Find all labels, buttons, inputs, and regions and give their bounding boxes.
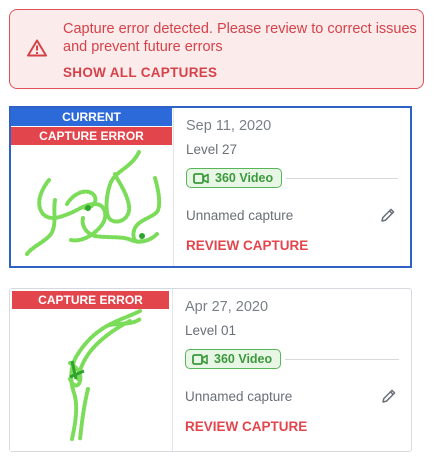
- capture-date: Sep 11, 2020: [186, 118, 272, 134]
- capture-path-map: [68, 309, 142, 441]
- pencil-icon[interactable]: [380, 207, 396, 223]
- capture-name: Unnamed capture: [185, 389, 293, 404]
- video-camera-icon: [193, 172, 209, 184]
- show-all-captures-link[interactable]: SHOW ALL CAPTURES: [63, 65, 217, 80]
- capture-type-label: 360 Video: [214, 351, 273, 366]
- capture-date: Apr 27, 2020: [185, 299, 269, 315]
- alert-message: Capture error detected. Please review to…: [63, 21, 417, 55]
- review-capture-button[interactable]: REVIEW CAPTURE: [185, 419, 307, 434]
- capture-type-chip: 360 Video: [186, 168, 283, 188]
- capture-error-alert: Capture error detected. Please review to…: [9, 9, 424, 89]
- review-capture-button[interactable]: REVIEW CAPTURE: [186, 238, 308, 253]
- capture-type-chip: 360 Video: [185, 349, 282, 369]
- capture-card[interactable]: CURRENT CAPTURE ERROR Sep 11, 2020 Level…: [9, 106, 412, 268]
- pencil-icon[interactable]: [381, 388, 397, 404]
- divider: [286, 178, 398, 179]
- capture-thumbnail[interactable]: CAPTURE ERROR: [10, 289, 173, 451]
- capture-level: Level 27: [186, 142, 238, 157]
- capture-level: Level 01: [185, 323, 237, 338]
- capture-info: Sep 11, 2020 Level 27 360 Video Unnamed …: [186, 108, 410, 266]
- video-camera-icon: [192, 353, 208, 365]
- warning-triangle-icon: [27, 39, 47, 57]
- capture-path-map: [25, 150, 162, 256]
- capture-name: Unnamed capture: [186, 208, 294, 223]
- capture-thumbnail[interactable]: CURRENT CAPTURE ERROR: [11, 108, 174, 266]
- capture-info: Apr 27, 2020 Level 01 360 Video Unnamed …: [185, 289, 411, 451]
- divider: [285, 359, 399, 360]
- capture-card[interactable]: CAPTURE ERROR Apr 27, 2020 Level 01 360 …: [9, 288, 412, 452]
- capture-type-label: 360 Video: [215, 170, 274, 185]
